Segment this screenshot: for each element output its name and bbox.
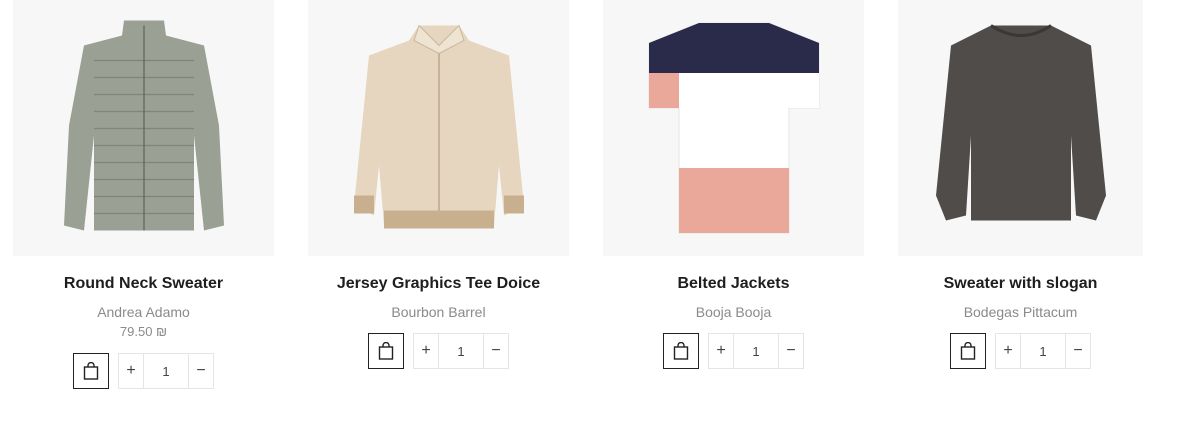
increase-button[interactable]: + bbox=[996, 334, 1020, 368]
product-card[interactable]: Sweater with slogan Bodegas Pittacum + 1… bbox=[898, 0, 1143, 369]
product-card[interactable]: Belted Jackets Booja Booja + 1 − bbox=[603, 0, 864, 369]
product-brand[interactable]: Booja Booja bbox=[603, 303, 864, 321]
product-title[interactable]: Sweater with slogan bbox=[898, 274, 1143, 294]
product-image[interactable] bbox=[603, 0, 864, 256]
shopping-bag-icon bbox=[960, 342, 976, 360]
shopping-bag-icon bbox=[673, 342, 689, 360]
quantity-stepper: + 1 − bbox=[708, 333, 804, 369]
quantity-stepper: + 1 − bbox=[995, 333, 1091, 369]
quantity-value[interactable]: 1 bbox=[438, 334, 484, 368]
decrease-button[interactable]: − bbox=[189, 354, 213, 388]
quantity-value[interactable]: 1 bbox=[143, 354, 189, 388]
shopping-bag-icon bbox=[83, 362, 99, 380]
product-image[interactable] bbox=[898, 0, 1143, 256]
decrease-button[interactable]: − bbox=[779, 334, 803, 368]
add-to-cart-button[interactable] bbox=[663, 333, 699, 369]
cart-controls: + 1 − bbox=[308, 333, 569, 369]
add-to-cart-button[interactable] bbox=[368, 333, 404, 369]
product-image[interactable] bbox=[13, 0, 274, 256]
cart-controls: + 1 − bbox=[13, 353, 274, 389]
suede-bomber-jacket-image bbox=[353, 24, 524, 229]
cart-controls: + 1 − bbox=[603, 333, 864, 369]
shopping-bag-icon bbox=[378, 342, 394, 360]
product-brand[interactable]: Andrea Adamo bbox=[13, 303, 274, 321]
product-brand[interactable]: Bourbon Barrel bbox=[308, 303, 569, 321]
product-brand[interactable]: Bodegas Pittacum bbox=[898, 303, 1143, 321]
decrease-button[interactable]: − bbox=[484, 334, 508, 368]
product-image[interactable] bbox=[308, 0, 569, 256]
quantity-stepper: + 1 − bbox=[413, 333, 509, 369]
grey-sweatshirt-image bbox=[935, 24, 1106, 221]
increase-button[interactable]: + bbox=[709, 334, 733, 368]
add-to-cart-button[interactable] bbox=[950, 333, 986, 369]
colorblock-tshirt-image bbox=[648, 22, 819, 234]
product-title[interactable]: Round Neck Sweater bbox=[13, 274, 274, 294]
product-title[interactable]: Belted Jackets bbox=[603, 274, 864, 294]
product-price: 79.50 ₪ bbox=[119, 324, 168, 339]
add-to-cart-button[interactable] bbox=[73, 353, 109, 389]
quantity-stepper: + 1 − bbox=[118, 353, 214, 389]
decrease-button[interactable]: − bbox=[1066, 334, 1090, 368]
increase-button[interactable]: + bbox=[119, 354, 143, 388]
product-card[interactable]: Jersey Graphics Tee Doice Bourbon Barrel… bbox=[308, 0, 569, 369]
puffer-jacket-image bbox=[63, 20, 224, 231]
product-title[interactable]: Jersey Graphics Tee Doice bbox=[308, 274, 569, 294]
increase-button[interactable]: + bbox=[414, 334, 438, 368]
product-card[interactable]: Round Neck Sweater Andrea Adamo 79.50 ₪ … bbox=[13, 0, 274, 389]
cart-controls: + 1 − bbox=[898, 333, 1143, 369]
quantity-value[interactable]: 1 bbox=[1020, 334, 1066, 368]
quantity-value[interactable]: 1 bbox=[733, 334, 779, 368]
